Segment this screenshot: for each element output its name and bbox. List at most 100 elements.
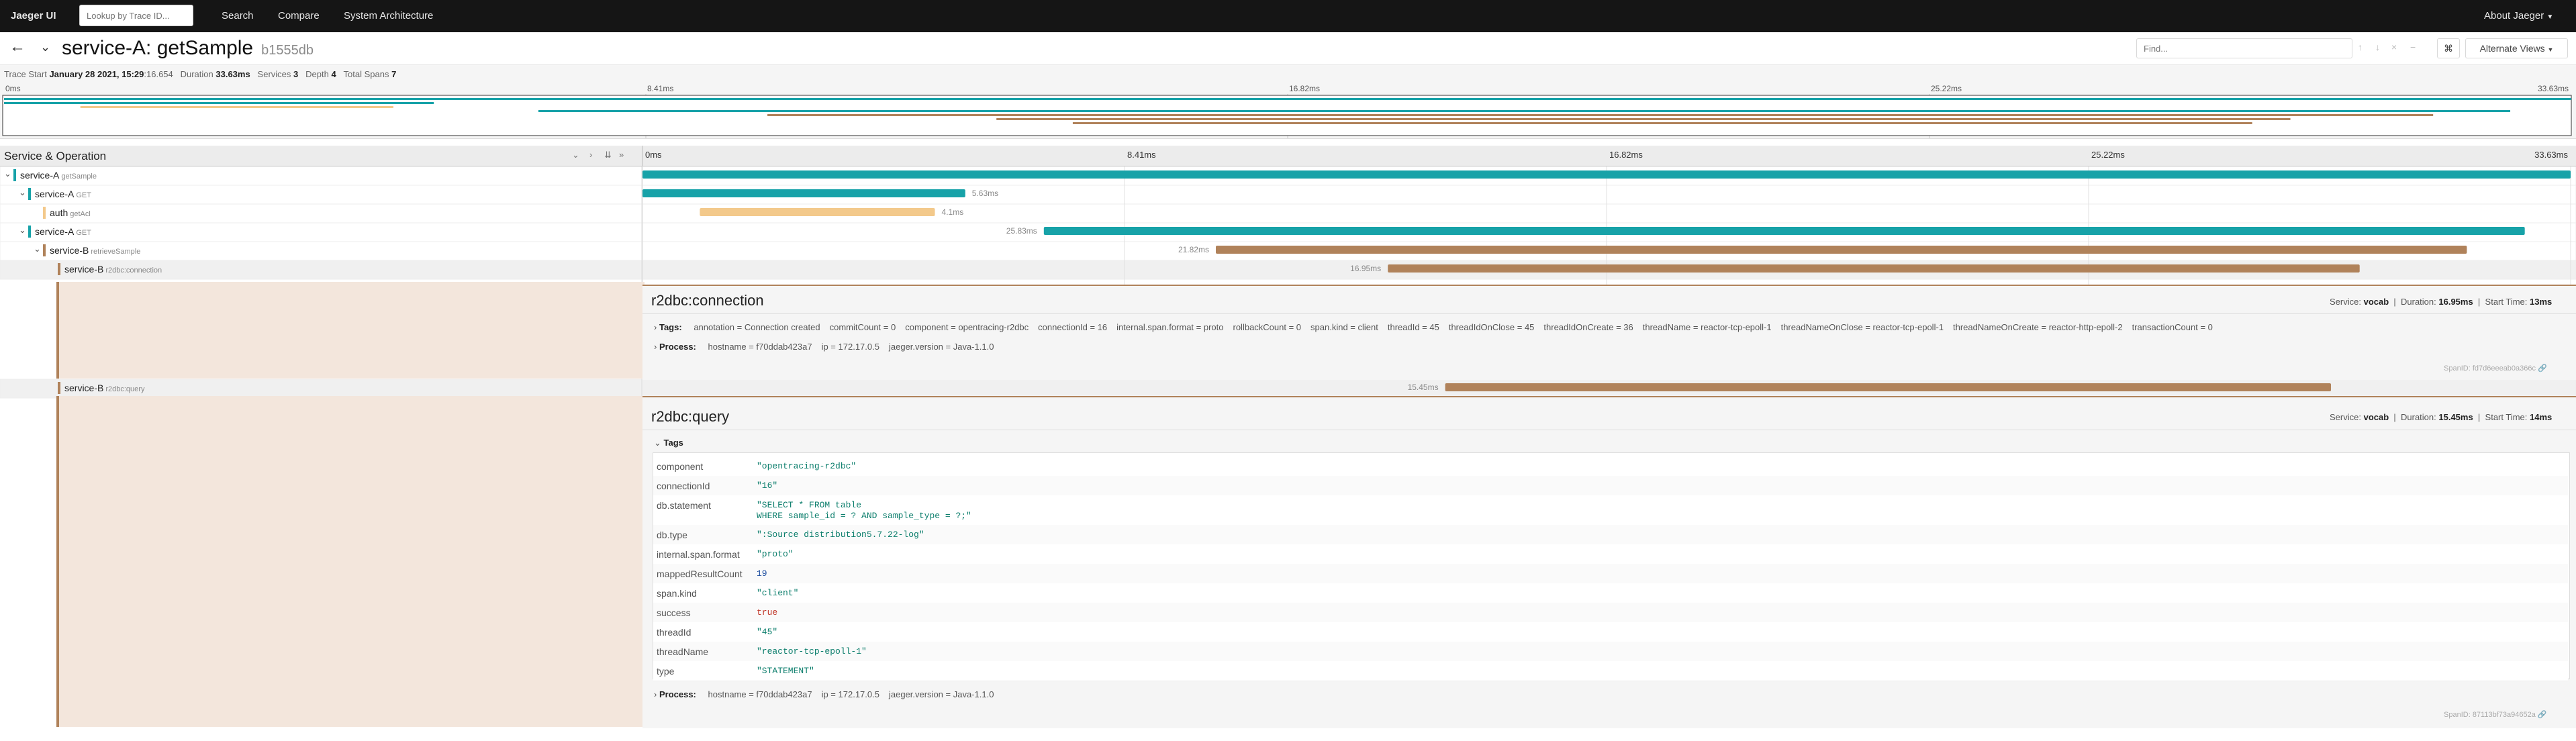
span-detail-meta: Service: vocab | Duration: 16.95ms | Sta… <box>2330 297 2553 307</box>
trace-minimap[interactable]: 0ms 8.41ms 16.82ms 25.22ms 33.63ms <box>0 83 2576 139</box>
minimap-tick-label: 16.82ms <box>1289 84 1320 93</box>
chevron-right-icon: › <box>654 689 657 699</box>
link-icon[interactable]: 🔗 <box>2538 711 2547 719</box>
tag-value: "SELECT * FROM table WHERE sample_id = ?… <box>757 500 971 521</box>
span-row-label[interactable]: ⌄ service-A GET <box>0 224 642 242</box>
duration-value: 33.63ms <box>216 69 250 79</box>
tag-row <box>653 476 2568 496</box>
tag-key: success <box>657 607 691 618</box>
service-label: Service: <box>2330 297 2361 307</box>
nav-compare-link[interactable]: Compare <box>278 0 320 32</box>
find-prev-icon[interactable]: ↑ <box>2358 42 2363 52</box>
tag-kv: threadIdOnCreate = 36 <box>1543 322 1633 332</box>
tag-kv: span.kind = client <box>1310 322 1378 332</box>
minimap-tick-label: 25.22ms <box>1931 84 1962 93</box>
process-label: Process: <box>659 342 696 352</box>
collapse-chevron-icon[interactable]: ⌄ <box>40 40 50 54</box>
process-kv: jaeger.version = Java-1.1.0 <box>888 689 994 699</box>
trace-start-label: Trace Start <box>4 69 47 79</box>
span-row-label[interactable]: auth getAcl <box>0 205 642 223</box>
span-row-label[interactable]: service-B r2dbc:connection <box>0 262 642 279</box>
toggle-chevron-icon[interactable]: ⌄ <box>19 225 26 236</box>
process-collapsed-row[interactable]: › Process: hostname = f70ddab423a7 ip = 1… <box>654 342 994 352</box>
process-collapsed-row[interactable]: › Process: hostname = f70ddab423a7 ip = 1… <box>654 689 994 699</box>
minimap-span-bar <box>996 118 2291 120</box>
span-id-value: 87113bf73a94652a <box>2472 711 2536 719</box>
span-id-label: SpanID: <box>2444 711 2471 719</box>
find-close-icon[interactable]: − <box>2410 42 2416 52</box>
tag-value: true <box>757 607 778 618</box>
span-service-name: service-A <box>35 189 75 199</box>
depth-label: Depth <box>305 69 329 79</box>
span-bar <box>642 189 965 197</box>
process-kv: ip = 172.17.0.5 <box>821 689 879 699</box>
timeline-tick-label: 25.22ms <box>2091 150 2125 160</box>
find-next-icon[interactable]: ↓ <box>2375 42 2380 52</box>
toggle-chevron-icon[interactable]: ⌄ <box>4 168 11 179</box>
tag-row <box>653 456 2568 477</box>
tag-value: "proto" <box>757 549 794 559</box>
collapse-one-icon[interactable]: ⌄ <box>572 150 579 160</box>
span-row-label[interactable]: ⌄ service-B retrieveSample <box>0 243 642 260</box>
process-kv: hostname = f70ddab423a7 <box>708 342 812 352</box>
tags-inline-list: annotation = Connection created commitCou… <box>684 322 2213 332</box>
span-duration-label: 25.83ms <box>1006 226 1037 236</box>
service-color-marker <box>28 226 31 238</box>
span-detail-indent-panel <box>56 282 645 379</box>
tags-expanded-header[interactable]: ⌄ Tags <box>654 438 683 448</box>
brand-logo[interactable]: Jaeger UI <box>11 0 56 32</box>
minimap-span-bar <box>538 110 2511 112</box>
service-color-marker <box>43 244 46 256</box>
tag-row <box>653 525 2568 545</box>
tag-value: "STATEMENT" <box>757 666 814 676</box>
process-inline-list: hostname = f70ddab423a7 ip = 172.17.0.5 ja… <box>699 689 994 699</box>
tag-key: threadName <box>657 646 709 657</box>
tag-kv: transactionCount = 0 <box>2132 322 2213 332</box>
find-clear-icon[interactable]: × <box>2391 42 2397 52</box>
chevron-down-icon: ▼ <box>2547 46 2554 53</box>
nav-search-link[interactable]: Search <box>222 0 254 32</box>
collapse-all-icon[interactable]: ⇊ <box>604 150 612 160</box>
span-row-label[interactable]: ⌄ service-A getSample <box>0 168 642 185</box>
tag-value: "45" <box>757 627 778 637</box>
span-detail-indent-panel <box>56 396 645 727</box>
tags-label: Tags: <box>659 322 682 332</box>
link-icon[interactable]: 🔗 <box>2538 364 2547 373</box>
tag-kv: threadId = 45 <box>1387 322 1439 332</box>
tag-key: db.statement <box>657 500 711 511</box>
expand-one-icon[interactable]: › <box>589 150 592 160</box>
duration-label: Duration: <box>2401 412 2436 422</box>
minimap-span-bar <box>1072 122 2252 124</box>
minimap-tick-label: 33.63ms <box>2538 84 2569 93</box>
about-label: About Jaeger <box>2484 10 2544 21</box>
tag-kv: connectionId = 16 <box>1038 322 1108 332</box>
timeline-tick-label: 16.82ms <box>1609 150 1643 160</box>
toggle-chevron-icon[interactable]: ⌄ <box>34 244 41 254</box>
span-duration-label: 15.45ms <box>1408 383 1439 392</box>
tag-kv: internal.span.format = proto <box>1116 322 1224 332</box>
service-operation-header: Service & Operation <box>4 150 107 162</box>
service-value: vocab <box>2363 297 2389 307</box>
timeline-header: Service & Operation ⌄ › ⇊ » <box>0 146 2576 166</box>
about-jaeger-menu[interactable]: About Jaeger ▼ <box>2484 0 2553 32</box>
nav-system-architecture-link[interactable]: System Architecture <box>344 0 433 32</box>
process-inline-list: hostname = f70ddab423a7 ip = 172.17.0.5 ja… <box>699 342 994 352</box>
service-color-marker <box>28 188 31 200</box>
toggle-chevron-icon[interactable]: ⌄ <box>19 187 26 198</box>
span-row-label[interactable]: ⌄ service-A GET <box>0 187 642 204</box>
expand-all-icon[interactable]: » <box>619 150 624 160</box>
find-input[interactable] <box>2136 38 2352 58</box>
keyboard-shortcuts-button[interactable]: ⌘ <box>2437 38 2460 58</box>
tag-kv: annotation = Connection created <box>694 322 820 332</box>
back-arrow-icon[interactable]: ← <box>9 38 26 56</box>
minimap-canvas: 0ms 8.41ms 16.82ms 25.22ms 33.63ms <box>2 84 2572 138</box>
alternate-views-button[interactable]: Alternate Views ▼ <box>2465 38 2568 58</box>
trace-id-lookup-input[interactable] <box>79 5 193 26</box>
tag-row <box>653 642 2568 662</box>
span-bar <box>642 170 2571 179</box>
span-service-name: service-A <box>20 170 60 181</box>
timeline-tick-label: 0ms <box>645 150 662 160</box>
tags-collapsed-row[interactable]: › Tags: annotation = Connection created c… <box>654 322 2213 332</box>
span-bar <box>1043 227 2525 235</box>
start-time-value: 14ms <box>2530 412 2553 422</box>
